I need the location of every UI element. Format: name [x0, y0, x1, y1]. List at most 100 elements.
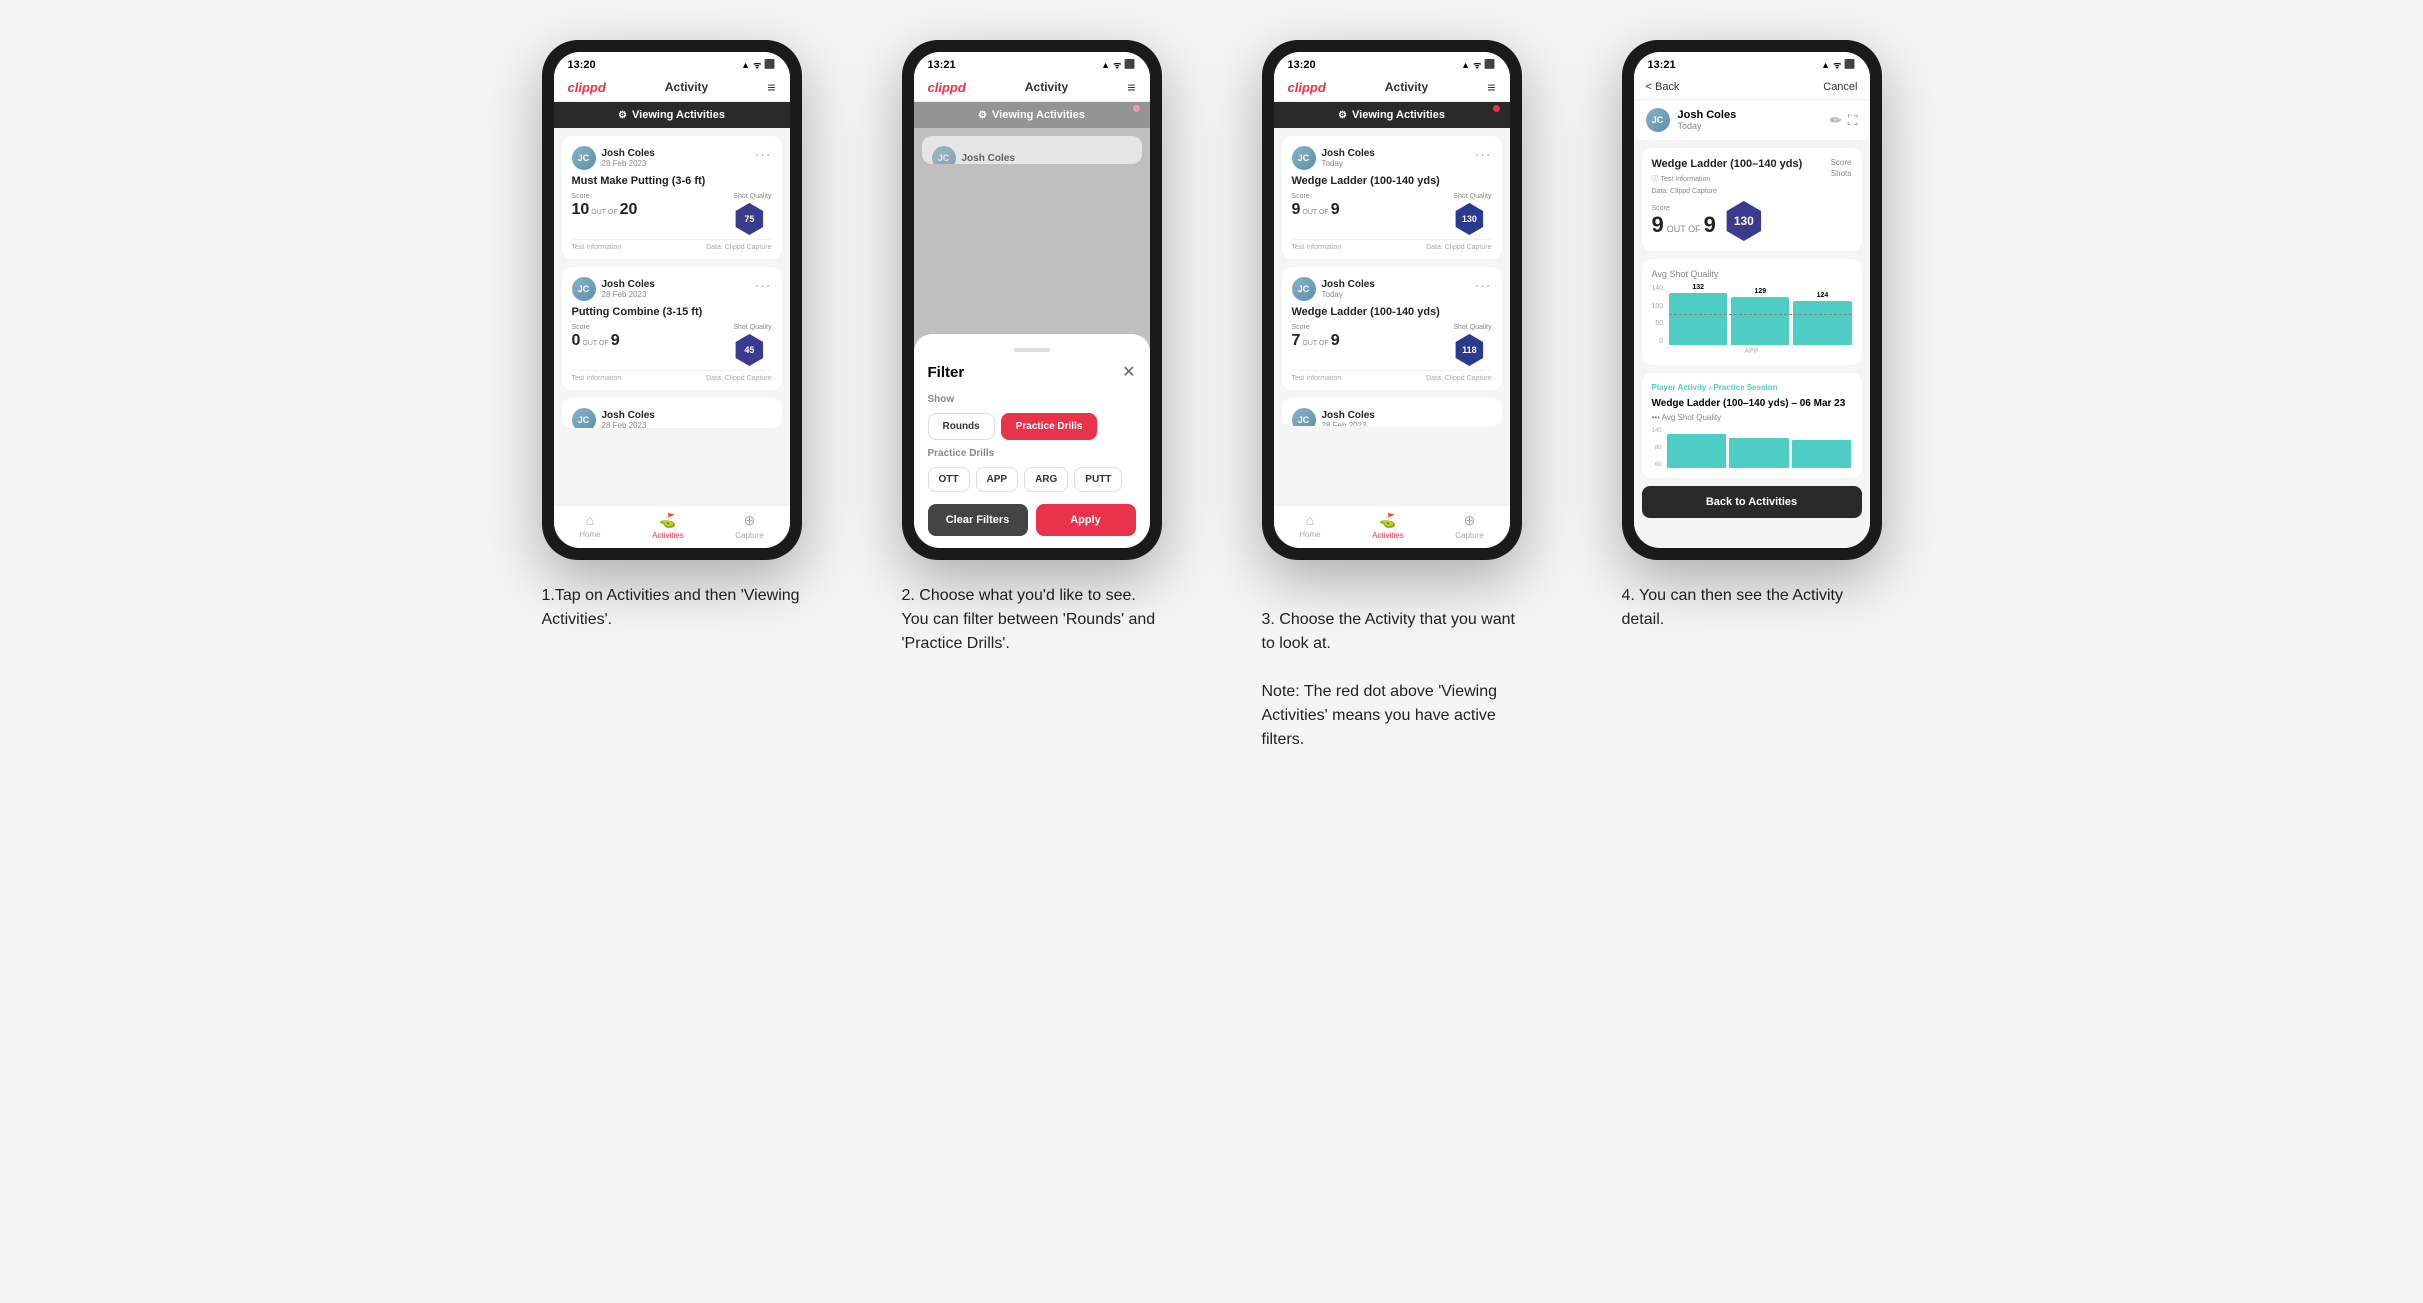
bottom-nav-activities-1[interactable]: ⛳ Activities	[652, 512, 684, 540]
filter-title: Filter	[928, 364, 965, 381]
scroll-area-1[interactable]: JC Josh Coles 28 Feb 2023 ··· Must Make …	[554, 128, 790, 505]
nav-bar-3: clippd Activity ≡	[1274, 75, 1510, 102]
step-desc-1: 1.Tap on Activities and then 'Viewing Ac…	[542, 584, 802, 632]
phone-4: 13:21 ▲ ᯤ ⬛ < Back Cancel JC	[1622, 40, 1882, 560]
activity-card-1-3[interactable]: JC Josh Coles 28 Feb 2023	[562, 398, 782, 428]
chart-subtitle: ••• Avg Shot Quality	[1652, 413, 1852, 422]
detail-user-name: Josh Coles	[1678, 109, 1737, 121]
status-time-2: 13:21	[928, 59, 956, 71]
page-container: 13:20 ▲ ᯤ ⬛ clippd Activity ≡ ⚙ Viewin	[512, 40, 1912, 752]
back-button[interactable]: < Back	[1646, 81, 1680, 93]
detail-avatar: JC	[1646, 108, 1670, 132]
phone-4-screen: 13:21 ▲ ᯤ ⬛ < Back Cancel JC	[1634, 52, 1870, 548]
ott-tag[interactable]: OTT	[928, 467, 970, 492]
bar-chart: 132 129 124	[1669, 285, 1851, 345]
step-desc-4: 4. You can then see the Activity detail.	[1622, 584, 1882, 632]
back-to-activities-button[interactable]: Back to Activities	[1642, 486, 1862, 518]
card-title-1-1: Must Make Putting (3-6 ft)	[572, 175, 772, 187]
app-tag[interactable]: APP	[976, 467, 1019, 492]
viewing-bar-1[interactable]: ⚙ Viewing Activities	[554, 102, 790, 128]
scroll-area-3[interactable]: JC Josh Coles Today ··· Wedge Ladder (10…	[1274, 128, 1510, 505]
activity-card-3-1[interactable]: JC Josh Coles Today ··· Wedge Ladder (10…	[1282, 136, 1502, 259]
cancel-button[interactable]: Cancel	[1823, 81, 1857, 93]
nav-title-1: Activity	[665, 80, 708, 94]
drag-handle	[1014, 348, 1050, 352]
hamburger-icon-1[interactable]: ≡	[767, 79, 775, 95]
nav-bar-2: clippd Activity ≡	[914, 75, 1150, 102]
rounds-button[interactable]: Rounds	[928, 413, 995, 440]
more-icon-3-2[interactable]: ···	[1475, 277, 1492, 293]
nav-title-3: Activity	[1385, 80, 1428, 94]
viewing-label-2: Viewing Activities	[992, 109, 1085, 121]
filter-actions: Clear Filters Apply	[928, 504, 1136, 536]
step-3-container: 13:20 ▲ ᯤ ⬛ clippd Activity ≡ ⚙ Viewin	[1232, 40, 1552, 752]
user-date-1-1: 28 Feb 2023	[602, 159, 655, 168]
settings-icon-3: ⚙	[1338, 110, 1347, 121]
detail-back-bar: < Back Cancel	[1634, 75, 1870, 100]
phone-3: 13:20 ▲ ᯤ ⬛ clippd Activity ≡ ⚙ Viewin	[1262, 40, 1522, 560]
filter-show-buttons: Rounds Practice Drills	[928, 413, 1136, 440]
phone-1-screen: 13:20 ▲ ᯤ ⬛ clippd Activity ≡ ⚙ Viewin	[554, 52, 790, 548]
more-icon-3-1[interactable]: ···	[1475, 146, 1492, 162]
phone-2: 13:21 ▲ ᯤ ⬛ clippd Activity ≡ ⚙ Viewin	[902, 40, 1162, 560]
phone-3-screen: 13:20 ▲ ᯤ ⬛ clippd Activity ≡ ⚙ Viewin	[1274, 52, 1510, 548]
settings-icon-1: ⚙	[618, 110, 627, 121]
show-label: Show	[928, 394, 1136, 405]
viewing-bar-3[interactable]: ⚙ Viewing Activities	[1274, 102, 1510, 128]
drills-label: Practice Drills	[928, 448, 1136, 459]
logo-3: clippd	[1288, 80, 1326, 95]
activity-card-3-3[interactable]: JC Josh Coles 28 Feb 2023	[1282, 398, 1502, 426]
step-4-container: 13:21 ▲ ᯤ ⬛ < Back Cancel JC	[1592, 40, 1912, 752]
bottom-nav-capture-3[interactable]: ⊕ Capture	[1455, 512, 1483, 540]
bg-card-2: JC Josh Coles	[922, 136, 1142, 164]
status-time-4: 13:21	[1648, 59, 1676, 71]
card-stats-1-1: Score 10 OUT OF 20 Shot Quality	[572, 193, 772, 235]
clear-filters-button[interactable]: Clear Filters	[928, 504, 1028, 536]
bottom-nav-3: ⌂ Home ⛳ Activities ⊕ Capture	[1274, 505, 1510, 548]
nav-bar-1: clippd Activity ≡	[554, 75, 790, 102]
more-icon-1-1[interactable]: ···	[755, 146, 772, 162]
logo-1: clippd	[568, 80, 606, 95]
hamburger-icon-2[interactable]: ≡	[1127, 79, 1135, 95]
logo-2: clippd	[928, 80, 966, 95]
detail-content[interactable]: Wedge Ladder (100–140 yds) ⓘ Test Inform…	[1634, 140, 1870, 548]
status-icons-1: ▲ ᯤ ⬛	[741, 58, 775, 71]
status-bar-4: 13:21 ▲ ᯤ ⬛	[1634, 52, 1870, 75]
step-1-container: 13:20 ▲ ᯤ ⬛ clippd Activity ≡ ⚙ Viewin	[512, 40, 832, 752]
expand-icon[interactable]: ⛶	[1848, 112, 1858, 129]
filter-close-icon[interactable]: ✕	[1122, 362, 1135, 382]
arg-tag[interactable]: ARG	[1024, 467, 1068, 492]
drill-tags: OTT APP ARG PUTT	[928, 467, 1136, 492]
detail-user-date: Today	[1678, 121, 1737, 131]
edit-icon[interactable]: ✏	[1830, 112, 1842, 129]
avatar-1-1: JC	[572, 146, 596, 170]
detail-user-bar: JC Josh Coles Today ✏ ⛶	[1634, 100, 1870, 140]
bottom-nav-home-3[interactable]: ⌂ Home	[1299, 512, 1320, 540]
activity-card-1-2[interactable]: JC Josh Coles 28 Feb 2023 ··· Putting Co…	[562, 267, 782, 390]
activity-card-1-1[interactable]: JC Josh Coles 28 Feb 2023 ··· Must Make …	[562, 136, 782, 259]
status-time-1: 13:20	[568, 59, 596, 71]
filter-sheet: Filter ✕ Show Rounds Practice Drills Pra…	[914, 334, 1150, 548]
activity-card-3-2[interactable]: JC Josh Coles Today ··· Wedge Ladder (10…	[1282, 267, 1502, 390]
detail-score-card: Wedge Ladder (100–140 yds) ⓘ Test Inform…	[1642, 148, 1862, 251]
bottom-nav-home-1[interactable]: ⌂ Home	[579, 512, 600, 540]
practice-drills-button[interactable]: Practice Drills	[1001, 413, 1098, 440]
more-icon-1-2[interactable]: ···	[755, 277, 772, 293]
viewing-bar-2[interactable]: ⚙ Viewing Activities	[914, 102, 1150, 128]
step-2-container: 13:21 ▲ ᯤ ⬛ clippd Activity ≡ ⚙ Viewin	[872, 40, 1192, 752]
step-desc-3: 3. Choose the Activity that you want to …	[1262, 584, 1522, 752]
bottom-nav-1: ⌂ Home ⛳ Activities ⊕ Capture	[554, 505, 790, 548]
bottom-nav-activities-3[interactable]: ⛳ Activities	[1372, 512, 1404, 540]
phone-1: 13:20 ▲ ᯤ ⬛ clippd Activity ≡ ⚙ Viewin	[542, 40, 802, 560]
putt-tag[interactable]: PUTT	[1074, 467, 1122, 492]
viewing-label-1: Viewing Activities	[632, 109, 725, 121]
card-user-1-1: JC Josh Coles 28 Feb 2023	[572, 146, 655, 170]
status-bar-3: 13:20 ▲ ᯤ ⬛	[1274, 52, 1510, 75]
bar-2	[1731, 297, 1789, 345]
red-dot-3	[1493, 105, 1500, 112]
apply-button[interactable]: Apply	[1036, 504, 1136, 536]
bar-3	[1793, 301, 1851, 345]
status-time-3: 13:20	[1288, 59, 1316, 71]
bottom-nav-capture-1[interactable]: ⊕ Capture	[735, 512, 763, 540]
hamburger-icon-3[interactable]: ≡	[1487, 79, 1495, 95]
